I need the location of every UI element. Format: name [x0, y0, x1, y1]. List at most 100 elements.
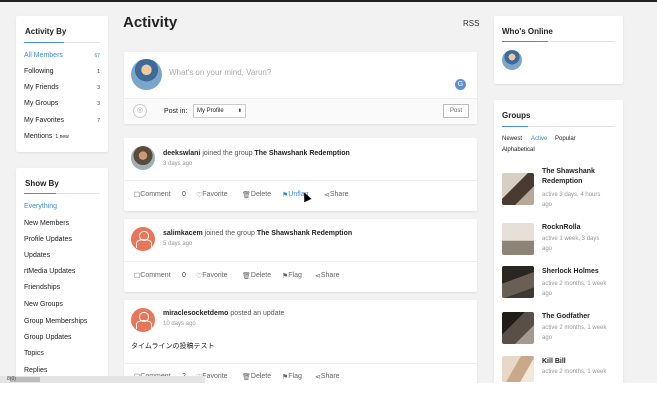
divider — [124, 261, 477, 262]
grammarly-icon[interactable]: G — [455, 79, 466, 90]
group-thumbnail[interactable] — [502, 266, 534, 298]
activity-time: 3 days ago — [163, 161, 193, 167]
group-activity-ago: ago — [542, 202, 553, 208]
title-underline — [24, 193, 56, 194]
activity-group-link[interactable]: The Shawshank Redemption — [257, 230, 352, 237]
share-label: Share — [320, 272, 340, 279]
post-button[interactable]: Post — [443, 104, 469, 118]
activity-by-title: Activity By — [25, 27, 67, 36]
group-name-line: Redemption — [542, 178, 583, 185]
activity-group-link[interactable]: The Shawshank Redemption — [254, 150, 349, 157]
current-user-avatar[interactable] — [131, 59, 162, 90]
page-title: Activity — [123, 14, 178, 31]
share-label: Share — [320, 373, 340, 380]
status-text: 8(0) — [7, 376, 16, 382]
unflag-button[interactable]: ⚑ Unflag — [282, 191, 309, 199]
activity-time: 5 days ago — [163, 241, 193, 247]
comment-count: 0 — [182, 272, 186, 279]
activity-user-link[interactable]: miraclesocketdemo — [163, 310, 228, 317]
favorite-button[interactable]: ♡ Favorite — [196, 272, 228, 280]
activity-user-link[interactable]: deekswlani — [163, 150, 200, 157]
group-thumbnail[interactable] — [502, 223, 534, 255]
post-in-label: Post in: — [164, 108, 188, 115]
activity-filter-all-members[interactable]: All Members 67 — [24, 52, 100, 64]
rss-link[interactable]: RSS — [463, 19, 479, 28]
show-by-everything[interactable]: Everything — [24, 203, 57, 210]
group-name-link[interactable]: Sherlock Holmes — [542, 268, 599, 275]
user-avatar[interactable] — [131, 146, 155, 170]
activity-filter-following[interactable]: Following 1 — [24, 68, 100, 80]
show-by-updates[interactable]: Updates — [24, 252, 50, 259]
delete-button[interactable]: 🗑 Delete — [242, 373, 271, 381]
show-by-friendships[interactable]: Friendships — [24, 284, 60, 291]
group-activity: active 2 months, 1 week — [542, 325, 607, 331]
filter-label: Mentions — [24, 133, 53, 140]
show-by-title: Show By — [25, 179, 59, 188]
activity-filter-my-friends[interactable]: My Friends 3 — [24, 84, 100, 96]
favorite-label: Favorite — [202, 373, 228, 380]
groups-tab-popular[interactable]: Popular — [555, 136, 576, 142]
group-thumbnail[interactable] — [502, 312, 534, 344]
share-button[interactable]: ⋖ Share — [315, 373, 340, 381]
filter-label: My Friends — [24, 84, 59, 91]
show-by-panel: Show By Everything New Members Profile U… — [16, 168, 108, 380]
groups-tab-alphabetical[interactable]: Alphabetical — [502, 147, 535, 153]
favorite-label: Favorite — [202, 272, 228, 279]
post-in-select[interactable]: My Profile ⬍ — [193, 104, 246, 118]
comment-button[interactable]: ☐ Comment — [134, 191, 171, 199]
filter-label: All Members — [24, 52, 63, 59]
activity-action: joined the group — [204, 230, 255, 237]
whats-on-your-mind-input[interactable]: What's on your mind, Varun? — [169, 68, 271, 77]
group-name-link[interactable]: The Godfather — [542, 313, 590, 320]
activity-filter-mentions[interactable]: Mentions 1 new — [24, 133, 100, 145]
title-underline — [24, 42, 64, 43]
comment-label: Comment — [140, 191, 171, 198]
groups-title: Groups — [502, 111, 531, 120]
show-by-rtmedia-updates[interactable]: rtMedia Updates — [24, 268, 75, 275]
delete-button[interactable]: 🗑 Delete — [242, 272, 271, 280]
activity-filter-my-groups[interactable]: My Groups 3 — [24, 100, 100, 112]
delete-button[interactable]: 🗑 Delete — [242, 191, 271, 199]
share-label: Share — [329, 191, 349, 198]
filter-count: 3 — [97, 85, 100, 91]
user-avatar[interactable] — [131, 227, 155, 251]
show-by-new-groups[interactable]: New Groups — [24, 301, 63, 308]
share-button[interactable]: ⋖ Share — [315, 272, 340, 280]
group-activity-ago: ago — [542, 335, 553, 341]
share-button[interactable]: ⋖ Share — [324, 191, 349, 199]
flag-button[interactable]: ⚑ Flag — [282, 373, 302, 381]
show-by-topics[interactable]: Topics — [24, 350, 44, 357]
flag-label: Flag — [288, 272, 302, 279]
group-name-link[interactable]: RocknRolla — [542, 224, 581, 231]
group-activity-ago: ago — [542, 291, 553, 297]
show-by-group-updates[interactable]: Group Updates — [24, 334, 71, 341]
activity-action: posted an update — [230, 310, 285, 317]
group-thumbnail[interactable] — [502, 356, 534, 382]
activity-summary: salimkacem joined the group The Shawshan… — [163, 230, 352, 237]
show-by-replies[interactable]: Replies — [24, 367, 47, 374]
activity-by-panel: Activity By All Members 67 Following 1 M… — [16, 16, 108, 152]
show-by-profile-updates[interactable]: Profile Updates — [24, 236, 72, 243]
group-activity: active 2 months, 1 week — [542, 281, 607, 287]
group-activity: active 3 days, 4 hours — [542, 192, 601, 198]
comment-button[interactable]: ☐ Comment — [134, 272, 171, 280]
group-name-link[interactable]: The Shawshank Redemption — [542, 168, 595, 185]
flag-label: Flag — [288, 373, 302, 380]
activity-user-link[interactable]: salimkacem — [163, 230, 203, 237]
filter-label: My Favorites — [24, 117, 65, 124]
select-arrows-icon: ⬍ — [237, 108, 242, 114]
groups-tab-active[interactable]: Active — [531, 136, 547, 142]
flag-button[interactable]: ⚑ Flag — [282, 272, 302, 280]
online-user-avatar[interactable] — [502, 50, 522, 70]
group-name-link[interactable]: Kill Bill — [542, 358, 566, 365]
user-avatar[interactable] — [131, 308, 155, 332]
groups-tab-newest[interactable]: Newest — [502, 136, 522, 142]
group-activity: active 1 week, 3 days — [542, 236, 600, 242]
camera-icon[interactable]: ◎ — [133, 104, 147, 118]
group-thumbnail[interactable] — [502, 173, 534, 205]
activity-filter-my-favorites[interactable]: My Favorites 7 — [24, 117, 100, 129]
show-by-group-memberships[interactable]: Group Memberships — [24, 318, 87, 325]
show-by-new-members[interactable]: New Members — [24, 220, 69, 227]
favorite-button[interactable]: ♡ Favorite — [196, 191, 228, 199]
divider — [124, 180, 477, 181]
